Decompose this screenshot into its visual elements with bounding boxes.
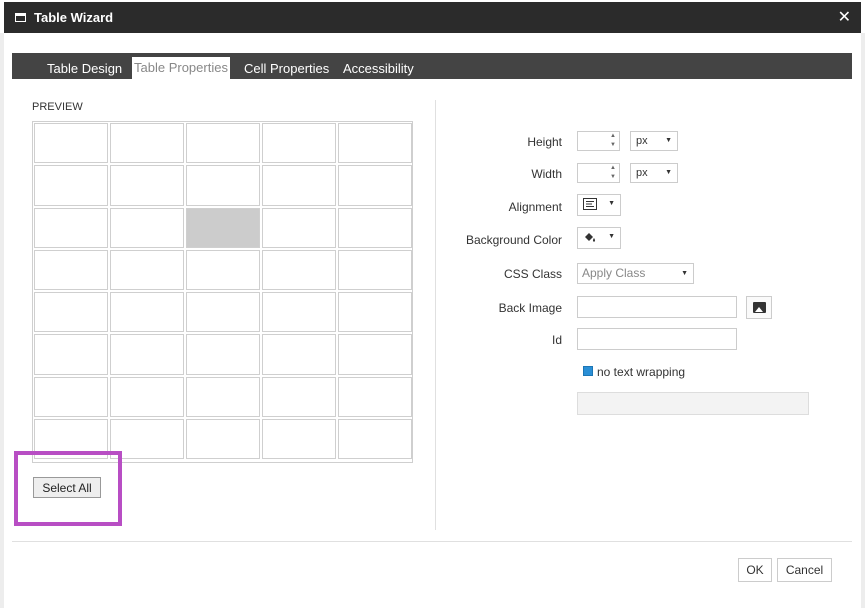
table-cell[interactable] (110, 376, 184, 417)
height-label: Height (527, 135, 562, 149)
table-cell[interactable] (34, 165, 108, 206)
table-cell[interactable] (262, 123, 336, 164)
table-cell[interactable] (34, 292, 108, 333)
tab-bar: Table Design Table Properties Cell Prope… (12, 53, 852, 79)
select-all-button[interactable]: Select All (33, 477, 101, 498)
table-cell[interactable] (338, 418, 412, 459)
table-cell[interactable] (262, 249, 336, 290)
table-cell[interactable] (338, 334, 412, 375)
paint-bucket-icon (585, 233, 595, 242)
table-cell[interactable] (338, 249, 412, 290)
table-cell[interactable] (110, 292, 184, 333)
table-cell[interactable] (338, 292, 412, 333)
window-icon (15, 13, 26, 22)
cancel-button[interactable]: Cancel (777, 558, 832, 582)
disabled-field (577, 392, 809, 415)
css-class-select[interactable]: Apply Class ▼ (577, 263, 694, 284)
spinner-arrows-icon[interactable]: ▲ ▼ (608, 164, 618, 182)
title-bar: Table Wizard ✕ (4, 2, 861, 33)
tab-table-design[interactable]: Table Design (47, 58, 122, 79)
table-cell[interactable] (262, 207, 336, 248)
table-cell[interactable] (338, 165, 412, 206)
height-unit-value: px (636, 135, 648, 147)
background-color-label: Background Color (465, 233, 562, 247)
table-cell[interactable] (34, 207, 108, 248)
table-cell[interactable] (110, 334, 184, 375)
table-cell[interactable] (262, 418, 336, 459)
table-cell[interactable] (262, 376, 336, 417)
table-cell[interactable] (186, 376, 260, 417)
table-cell[interactable] (186, 418, 260, 459)
width-unit-value: px (636, 167, 648, 179)
image-icon (753, 302, 766, 313)
table-cell[interactable] (34, 123, 108, 164)
id-label: Id (551, 333, 562, 347)
table-cell[interactable] (110, 165, 184, 206)
id-input[interactable] (577, 328, 737, 350)
table-cell[interactable] (110, 123, 184, 164)
close-icon[interactable]: ✕ (838, 7, 851, 27)
left-window-edge (0, 33, 4, 608)
height-input[interactable]: ▲ ▼ (577, 131, 620, 151)
table-cell[interactable] (186, 292, 260, 333)
no-wrap-label: no text wrapping (597, 365, 686, 379)
footer-divider (12, 541, 852, 542)
table-cell[interactable] (186, 165, 260, 206)
tab-accessibility[interactable]: Accessibility (343, 58, 414, 79)
chevron-down-icon: ▼ (665, 169, 672, 176)
alignment-dropdown[interactable]: ▼ (577, 194, 621, 216)
height-unit-select[interactable]: px ▼ (630, 131, 678, 151)
alignment-label: Alignment (508, 200, 562, 214)
table-cell[interactable] (34, 334, 108, 375)
preview-table-grid (32, 121, 413, 463)
background-color-dropdown[interactable]: ▼ (577, 227, 621, 249)
css-class-placeholder: Apply Class (582, 266, 646, 280)
ok-button[interactable]: OK (738, 558, 772, 582)
css-class-label: CSS Class (503, 267, 562, 281)
preview-label: PREVIEW (32, 101, 83, 113)
table-cell[interactable] (262, 334, 336, 375)
tab-cell-properties[interactable]: Cell Properties (244, 58, 329, 79)
back-image-label: Back Image (498, 301, 562, 315)
table-cell[interactable] (186, 123, 260, 164)
table-cell[interactable] (186, 249, 260, 290)
vertical-divider (435, 100, 436, 530)
width-unit-select[interactable]: px ▼ (630, 163, 678, 183)
table-cell[interactable] (34, 249, 108, 290)
table-cell[interactable] (186, 207, 260, 248)
dialog-title: Table Wizard (34, 10, 114, 25)
table-cell[interactable] (338, 207, 412, 248)
chevron-down-icon: ▼ (608, 233, 615, 240)
table-cell[interactable] (186, 334, 260, 375)
chevron-down-icon: ▼ (681, 270, 688, 277)
table-cell[interactable] (338, 376, 412, 417)
table-cell[interactable] (110, 249, 184, 290)
table-cell[interactable] (110, 207, 184, 248)
table-cell[interactable] (262, 165, 336, 206)
image-browse-button[interactable] (746, 296, 772, 319)
back-image-input[interactable] (577, 296, 737, 318)
no-wrap-checkbox[interactable] (583, 366, 593, 376)
spinner-arrows-icon[interactable]: ▲ ▼ (608, 132, 618, 150)
chevron-down-icon: ▼ (608, 200, 615, 207)
align-left-icon (583, 198, 597, 210)
tab-table-properties[interactable]: Table Properties (132, 57, 230, 79)
table-cell[interactable] (338, 123, 412, 164)
right-window-edge (861, 33, 865, 608)
chevron-down-icon: ▼ (665, 137, 672, 144)
table-cell[interactable] (262, 292, 336, 333)
width-label: Width (531, 167, 562, 181)
table-cell[interactable] (34, 376, 108, 417)
width-input[interactable]: ▲ ▼ (577, 163, 620, 183)
